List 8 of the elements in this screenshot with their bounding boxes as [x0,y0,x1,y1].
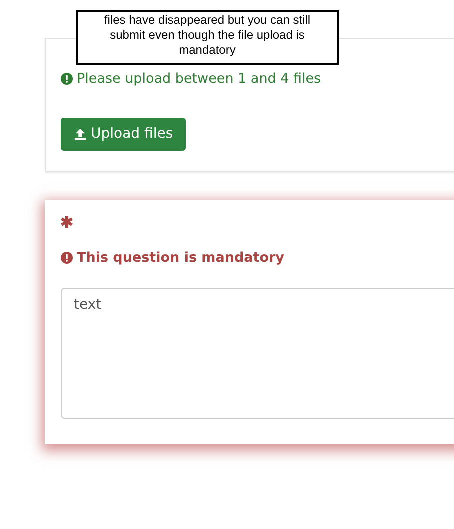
upload-hint: Please upload between 1 and 4 files [77,70,322,89]
answer-field[interactable]: text [61,288,454,420]
exclamation-circle-icon [61,73,73,86]
exclamation-circle-icon [61,252,73,264]
annotation-note: files have disappeared but you can still submit even though the file upload is mandatory [76,10,339,65]
upload-icon [74,128,87,142]
error-message: This question is mandatory [77,249,284,268]
upload-files-button[interactable]: Upload files [61,118,186,152]
